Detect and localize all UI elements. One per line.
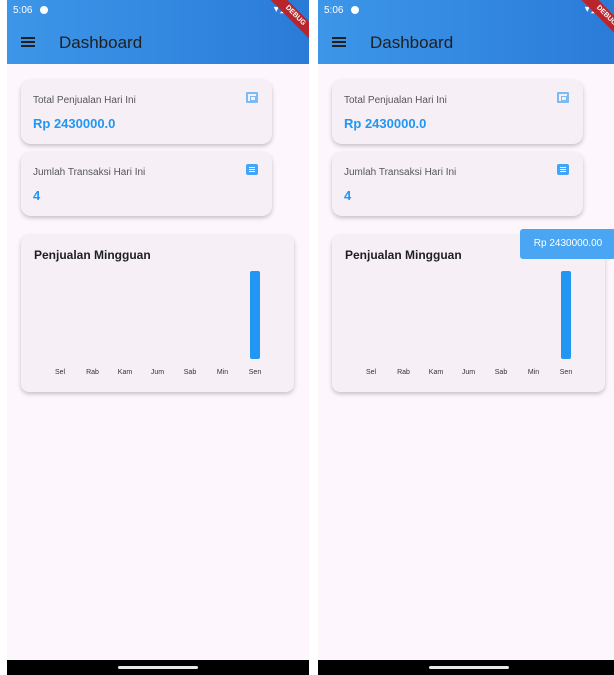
app-bar: 5:06 ▾◢▮ DEBUG Dashboard (318, 0, 614, 64)
card-label: Jumlah Transaksi Hari Ini (33, 167, 146, 178)
card-label: Total Penjualan Hari Ini (344, 95, 447, 106)
x-tick-label: Kam (429, 369, 444, 376)
money-icon (557, 92, 569, 103)
x-tick-label: Rab (397, 369, 410, 376)
card-value: 4 (344, 188, 352, 203)
card-value: 4 (33, 188, 41, 203)
card-value: Rp 2430000.0 (33, 116, 116, 131)
x-tick-label: Sel (55, 369, 66, 376)
page-title: Dashboard (59, 33, 143, 52)
phone-screen-left: 5:06 ▾◢▮ DEBUG Dashboard Total Penjualan… (7, 0, 309, 675)
x-tick-label: Sel (366, 369, 377, 376)
x-tick-label: Jum (151, 369, 164, 376)
total-sales-card: Total Penjualan Hari Ini Rp 2430000.0 (21, 80, 272, 144)
money-icon (246, 92, 258, 103)
debug-banner: DEBUG (265, 0, 309, 46)
card-label: Total Penjualan Hari Ini (33, 95, 136, 106)
receipt-icon (246, 164, 258, 175)
app-bar: 5:06 ▾◢▮ DEBUG Dashboard (7, 0, 309, 64)
home-gesture-bar[interactable] (118, 666, 198, 669)
x-tick-label: Min (217, 369, 228, 376)
receipt-icon (557, 164, 569, 175)
status-time: 5:06 (324, 5, 344, 16)
x-tick-label: Kam (118, 369, 133, 376)
x-tick-label: Min (528, 369, 539, 376)
status-time: 5:06 (13, 5, 33, 16)
system-nav-bar (318, 660, 614, 675)
bar-sen[interactable] (250, 271, 260, 359)
card-value: Rp 2430000.0 (344, 116, 427, 131)
menu-icon[interactable] (332, 37, 346, 47)
system-nav-bar (7, 660, 309, 675)
phone-screen-right: 5:06 ▾◢▮ DEBUG Dashboard Total Penjualan… (318, 0, 614, 675)
debug-banner: DEBUG (576, 0, 614, 46)
menu-icon[interactable] (21, 37, 35, 47)
shield-icon (351, 6, 359, 14)
bar-sen[interactable] (561, 271, 571, 359)
weekly-sales-chart: Penjualan Mingguan Sel Rab Kam Jum Sab Min Sen (21, 235, 294, 392)
x-tick-label: Sen (249, 369, 262, 376)
shield-icon (40, 6, 48, 14)
home-gesture-bar[interactable] (429, 666, 509, 669)
bar-chart: Sel Rab Kam Jum Sab Min Sen (55, 271, 262, 376)
x-tick-label: Sab (495, 369, 508, 376)
x-tick-label: Sen (560, 369, 573, 376)
transaction-count-card: Jumlah Transaksi Hari Ini 4 (21, 152, 272, 216)
total-sales-card: Total Penjualan Hari Ini Rp 2430000.0 (332, 80, 583, 144)
bar-tooltip: Rp 2430000.00 (520, 229, 614, 259)
x-tick-label: Sab (184, 369, 197, 376)
page-title: Dashboard (370, 33, 454, 52)
transaction-count-card: Jumlah Transaksi Hari Ini 4 (332, 152, 583, 216)
x-tick-label: Jum (462, 369, 475, 376)
card-label: Jumlah Transaksi Hari Ini (344, 167, 457, 178)
x-tick-label: Rab (86, 369, 99, 376)
